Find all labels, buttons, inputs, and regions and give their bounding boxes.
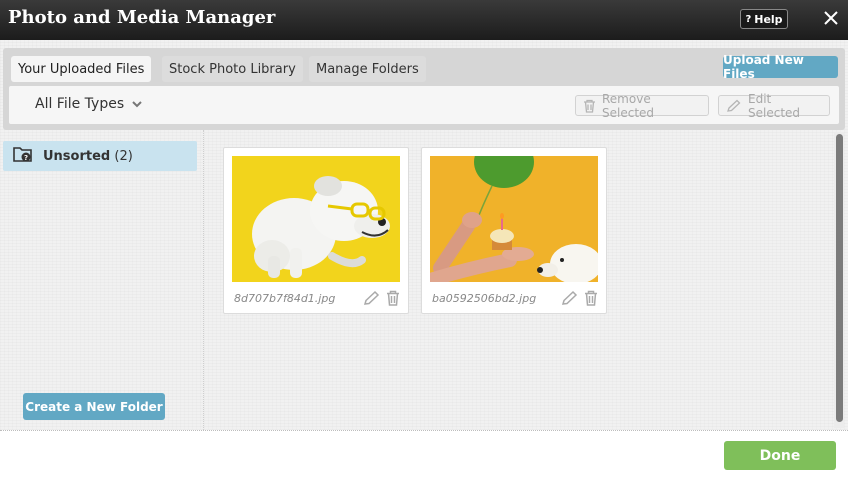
- pencil-icon[interactable]: [363, 290, 380, 306]
- done-button[interactable]: Done: [724, 441, 836, 470]
- tab-your-uploaded-files[interactable]: Your Uploaded Files: [11, 56, 152, 82]
- trash-icon: [583, 99, 596, 113]
- window-title: Photo and Media Manager: [8, 7, 276, 28]
- thumbnail-dog-with-glasses[interactable]: [232, 156, 400, 282]
- title-bar: Photo and Media Manager ? Help: [0, 0, 848, 40]
- trash-icon[interactable]: [386, 290, 400, 306]
- chevron-down-icon: [132, 100, 142, 108]
- close-icon[interactable]: [822, 8, 840, 28]
- folder-count: (2): [114, 148, 133, 164]
- scrollbar-thumb[interactable]: [836, 134, 843, 422]
- filter-row: All File Types Remove Selected Edit Sele…: [9, 86, 839, 124]
- file-card[interactable]: 8d707b7f84d1.jpg: [223, 147, 409, 314]
- main-area: Your Uploaded Files Stock Photo Library …: [0, 40, 848, 430]
- file-type-value: All File Types: [35, 96, 125, 112]
- file-card[interactable]: ba0592506bd2.jpg: [421, 147, 607, 314]
- pencil-icon: [726, 99, 742, 113]
- footer: Done: [0, 430, 848, 477]
- trash-icon[interactable]: [584, 290, 598, 306]
- file-type-select[interactable]: All File Types: [35, 96, 142, 112]
- pencil-icon[interactable]: [561, 290, 578, 306]
- file-name: ba0592506bd2.jpg: [432, 292, 537, 305]
- tab-manage-folders[interactable]: Manage Folders: [309, 56, 426, 82]
- tab-stock-photo-library[interactable]: Stock Photo Library: [162, 56, 303, 82]
- edit-selected-button[interactable]: Edit Selected: [718, 92, 830, 120]
- thumbnail-dog-birthday-cupcake[interactable]: [430, 156, 598, 282]
- folder-sidebar: ? Unsorted (2) Create a New Folder: [0, 130, 204, 430]
- remove-selected-button[interactable]: Remove Selected: [575, 92, 709, 120]
- toolbar: Your Uploaded Files Stock Photo Library …: [3, 48, 845, 130]
- help-button[interactable]: ? Help: [740, 9, 788, 29]
- file-name: 8d707b7f84d1.jpg: [234, 292, 336, 305]
- create-folder-button[interactable]: Create a New Folder: [23, 393, 165, 420]
- svg-text:?: ?: [24, 154, 28, 162]
- edit-selected-label: Edit Selected: [748, 91, 801, 120]
- help-icon: ?: [745, 13, 752, 25]
- folder-item-unsorted[interactable]: ? Unsorted (2): [3, 141, 197, 171]
- folder-question-icon: ?: [13, 145, 33, 167]
- help-label: Help: [754, 12, 783, 26]
- remove-selected-label: Remove Selected: [602, 91, 655, 120]
- upload-new-files-button[interactable]: Upload New Files: [723, 53, 838, 81]
- folder-name: Unsorted: [43, 148, 111, 164]
